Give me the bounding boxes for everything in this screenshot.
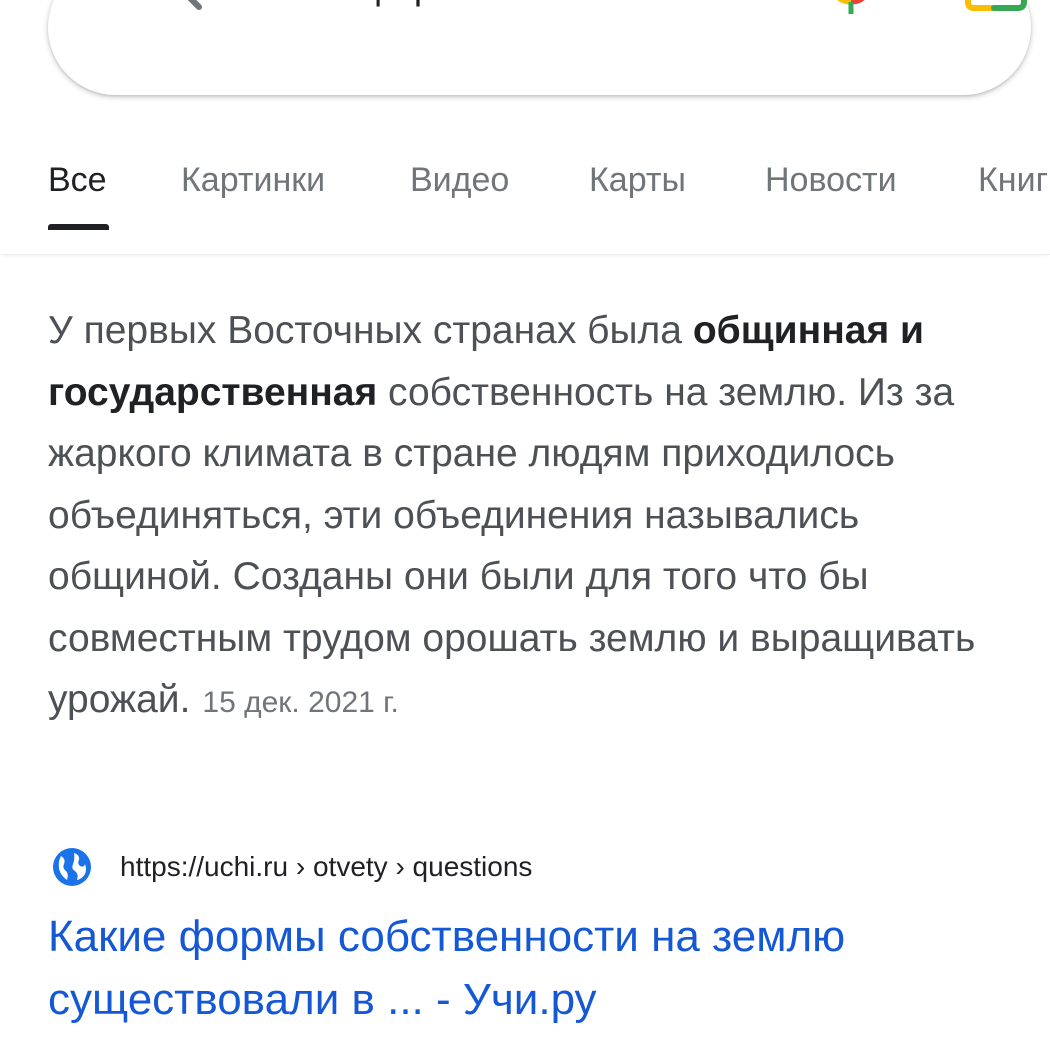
- snippet-text-before: У первых Восточных странах была: [48, 309, 693, 352]
- tab-maps[interactable]: Карты: [589, 158, 686, 202]
- search-input[interactable]: Какие формы собственн...: [253, 0, 773, 10]
- search-icon[interactable]: [154, 0, 206, 10]
- tab-videos[interactable]: Видео: [410, 158, 509, 202]
- active-tab-indicator: [48, 224, 109, 230]
- search-bar[interactable]: Какие формы собственн...: [48, 0, 1031, 95]
- mic-icon[interactable]: [828, 0, 874, 16]
- featured-snippet: У первых Восточных странах была общинная…: [48, 300, 1038, 734]
- result-title-link[interactable]: Какие формы собственности на землю сущес…: [48, 905, 1038, 1031]
- tab-news[interactable]: Новости: [765, 158, 897, 202]
- tab-all[interactable]: Все: [48, 158, 107, 202]
- lens-camera-icon[interactable]: [964, 0, 1028, 14]
- result-source[interactable]: https://uchi.ru › otvety › questions: [48, 845, 1038, 889]
- tab-books[interactable]: Книги: [978, 158, 1050, 202]
- tab-images[interactable]: Картинки: [181, 158, 325, 202]
- search-tabs: Все Картинки Видео Карты Новости Книги: [0, 150, 1050, 255]
- page: Какие формы собственн... Все Картинки Ви…: [0, 0, 1050, 1062]
- globe-icon: [52, 847, 92, 887]
- result-url[interactable]: https://uchi.ru › otvety › questions: [120, 850, 532, 884]
- snippet-text-after: собственность на землю. Из за жаркого кл…: [48, 370, 976, 722]
- snippet-date: 15 дек. 2021 г.: [202, 686, 399, 719]
